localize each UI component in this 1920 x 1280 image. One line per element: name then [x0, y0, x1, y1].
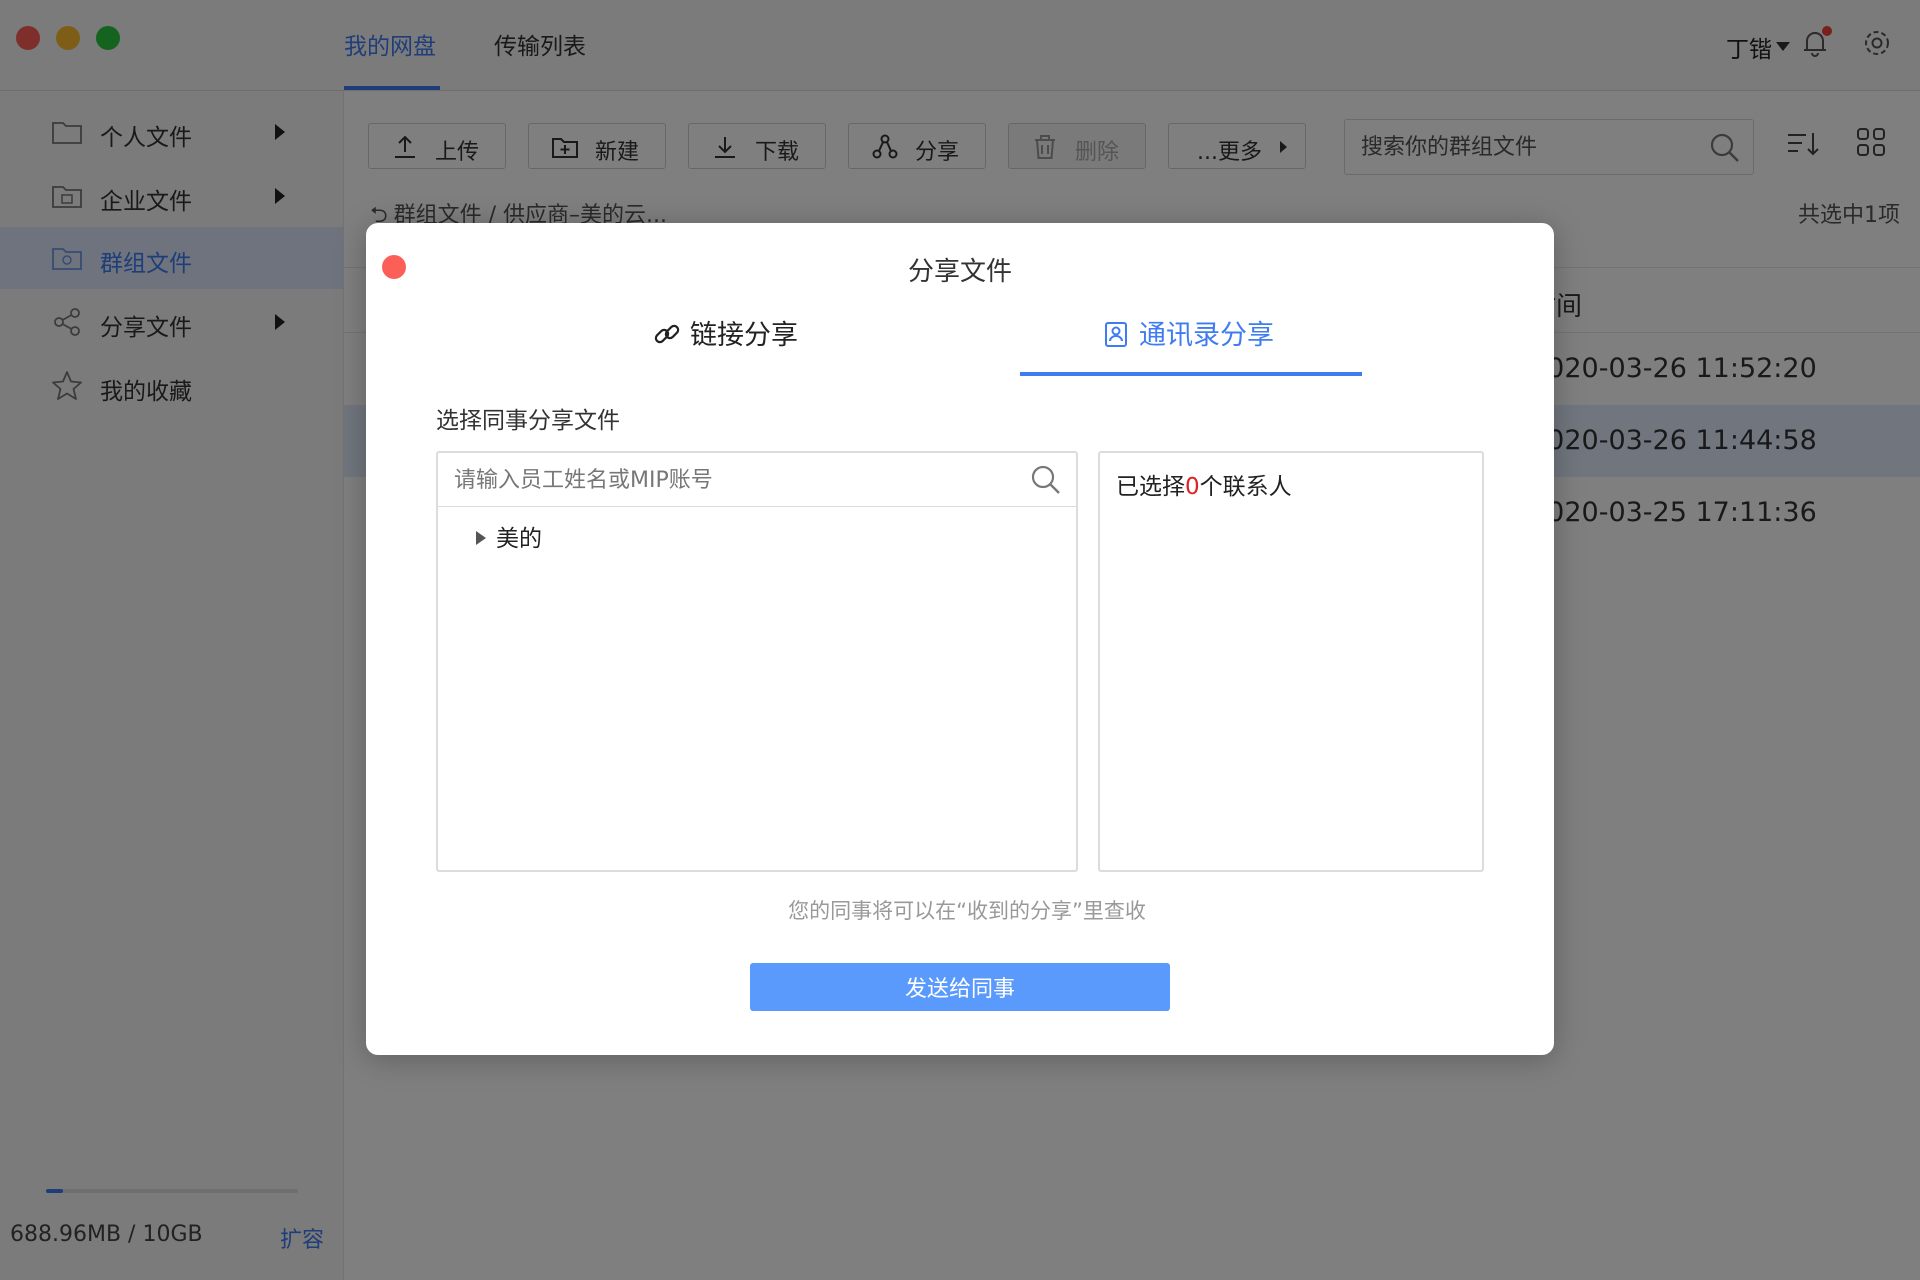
- expand-caret-icon[interactable]: [476, 531, 486, 545]
- colleague-picker: 美的: [436, 451, 1078, 872]
- tab-contacts-share-label: 通讯录分享: [1139, 320, 1274, 351]
- selected-count: 0: [1185, 474, 1200, 500]
- colleague-search[interactable]: [438, 453, 1076, 507]
- org-tree-node-label: 美的: [496, 526, 542, 552]
- send-to-colleague-button[interactable]: 发送给同事: [750, 963, 1170, 1011]
- tab-link-share-label: 链接分享: [690, 320, 798, 351]
- share-file-dialog: 分享文件 链接分享 通讯录分享 选择同事分享文件 美的 已选择0个联系人 您的同…: [366, 223, 1554, 1055]
- dialog-title: 分享文件: [907, 257, 1012, 287]
- share-hint-text: 您的同事将可以在“收到的分享”里查收: [788, 899, 1146, 923]
- org-tree-node[interactable]: 美的: [476, 519, 542, 553]
- tab-contacts-share[interactable]: 通讯录分享: [1101, 313, 1274, 352]
- selected-prefix: 已选择: [1116, 474, 1185, 500]
- colleague-search-input[interactable]: [454, 465, 1014, 495]
- link-icon: [654, 324, 680, 344]
- selected-contacts-summary: 已选择0个联系人: [1116, 467, 1292, 501]
- tab-link-share[interactable]: 链接分享: [652, 313, 798, 352]
- selected-contacts-panel: 已选择0个联系人: [1098, 451, 1484, 872]
- active-tab-indicator: [1020, 372, 1362, 376]
- selected-suffix: 个联系人: [1199, 474, 1292, 500]
- contacts-icon: [1105, 322, 1127, 347]
- search-icon[interactable]: [1030, 464, 1062, 496]
- select-colleague-heading: 选择同事分享文件: [436, 408, 620, 434]
